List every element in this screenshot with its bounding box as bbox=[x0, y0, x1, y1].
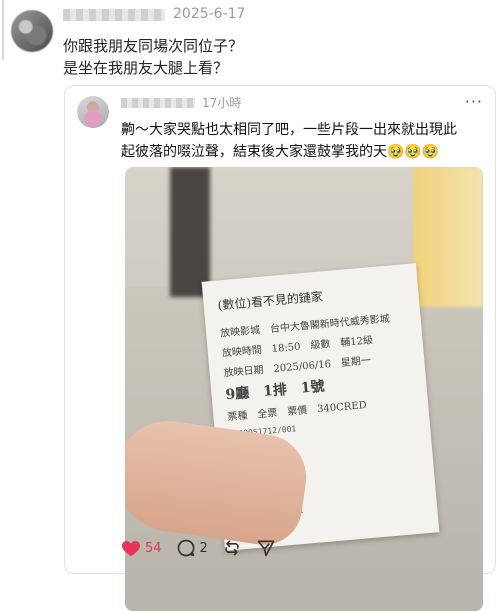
quoted-post-card[interactable]: 17小時 ··· 齁～大家哭點也太相同了吧，一些片段一出來就出現此 起彼落的啜泣… bbox=[64, 85, 496, 611]
blurred-username[interactable] bbox=[121, 98, 195, 108]
avatar[interactable] bbox=[77, 96, 109, 128]
send-icon bbox=[257, 540, 275, 557]
post-actions: 54 2 bbox=[121, 536, 290, 560]
photo-background-object bbox=[413, 167, 483, 307]
share-button[interactable] bbox=[256, 538, 276, 558]
repost-icon bbox=[225, 540, 239, 556]
repost-button[interactable] bbox=[222, 538, 242, 558]
comment-text-line1: 你跟我朋友同場次同位子？ bbox=[63, 37, 244, 55]
like-count: 54 bbox=[145, 540, 162, 556]
comment-button[interactable]: 2 bbox=[176, 538, 208, 558]
blurred-username[interactable] bbox=[63, 9, 165, 21]
thread-line bbox=[2, 0, 4, 60]
avatar[interactable] bbox=[11, 10, 53, 52]
comment-text-line2: 是坐在我朋友大腿上看？ bbox=[63, 59, 229, 77]
comment-date: 2025-6-17 bbox=[173, 6, 246, 22]
comment-icon bbox=[177, 539, 194, 557]
post-time: 17小時 bbox=[202, 96, 242, 110]
photo-background-object bbox=[170, 167, 210, 297]
like-button[interactable]: 54 bbox=[121, 539, 162, 557]
ticket-title: (數位)看不見的鏈家 bbox=[217, 289, 324, 313]
post-text-line2: 起彼落的啜泣聲，結束後大家還鼓掌我的天🥹🥹🥹 bbox=[121, 144, 440, 160]
comment-count: 2 bbox=[199, 540, 208, 556]
post-text-line1: 齁～大家哭點也太相同了吧，一些片段一出來就出現此 bbox=[121, 122, 457, 138]
more-options-icon[interactable]: ··· bbox=[465, 92, 483, 111]
heart-icon bbox=[122, 541, 140, 557]
